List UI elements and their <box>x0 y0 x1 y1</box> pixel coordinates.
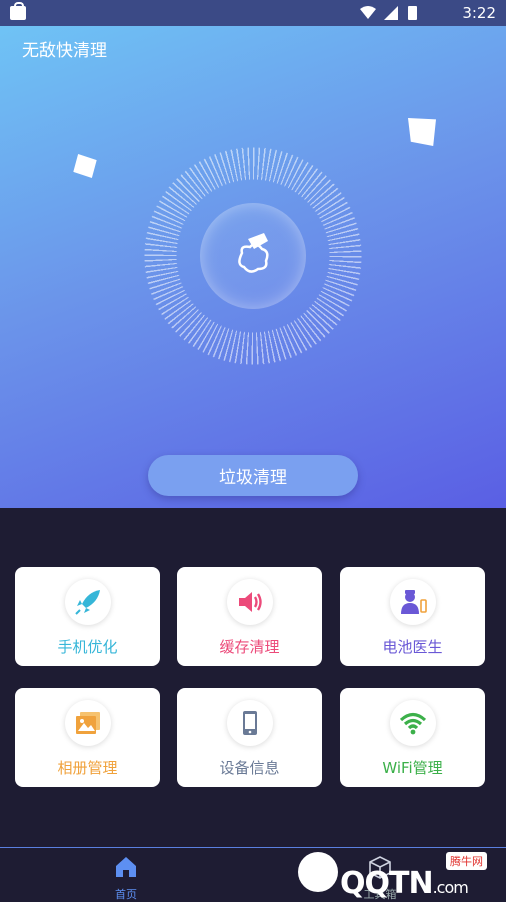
junk-clean-button[interactable]: 垃圾清理 <box>148 455 358 496</box>
broom-icon <box>238 233 269 273</box>
tile-phone-optimize[interactable]: 手机优化 <box>15 567 160 666</box>
rocket-icon <box>65 579 111 625</box>
watermark-text: QQTN.com <box>340 866 469 901</box>
wifi-icon <box>390 700 436 746</box>
battery-icon <box>408 6 417 20</box>
tile-device-info[interactable]: 设备信息 <box>177 688 322 787</box>
signal-icon <box>384 6 398 20</box>
tile-label: 设备信息 <box>219 759 280 777</box>
tile-label: 相册管理 <box>57 759 118 777</box>
paper-scrap-icon <box>408 118 436 146</box>
phone-icon <box>227 700 273 746</box>
photo-album-icon <box>65 700 111 746</box>
watermark-badge: 腾牛网 <box>446 852 487 870</box>
tile-battery-doctor[interactable]: 电池医生 <box>340 567 485 666</box>
status-icons <box>358 5 428 25</box>
status-bar: 3:22 <box>0 0 506 26</box>
tile-label: WiFi管理 <box>382 759 443 777</box>
watermark: QQTN.com 腾牛网 <box>296 846 506 901</box>
status-time: 3:22 <box>462 4 496 22</box>
watermark-logo-icon <box>298 852 338 892</box>
hero-panel: 无敌快清理 垃圾清理 <box>0 26 506 508</box>
nav-home[interactable]: 首页 <box>106 852 146 901</box>
wifi-icon <box>360 6 376 19</box>
doctor-icon <box>390 579 436 625</box>
home-icon <box>116 857 136 877</box>
tile-label: 手机优化 <box>57 638 118 656</box>
tile-wifi-manage[interactable]: WiFi管理 <box>340 688 485 787</box>
tile-album-manage[interactable]: 相册管理 <box>15 688 160 787</box>
shopping-bag-icon <box>10 2 26 20</box>
paper-scrap-icon <box>67 148 102 183</box>
tile-cache-clean[interactable]: 缓存清理 <box>177 567 322 666</box>
speaker-icon <box>227 579 273 625</box>
app-title: 无敌快清理 <box>22 41 107 61</box>
tile-label: 缓存清理 <box>219 638 280 656</box>
tile-label: 电池医生 <box>382 638 443 656</box>
